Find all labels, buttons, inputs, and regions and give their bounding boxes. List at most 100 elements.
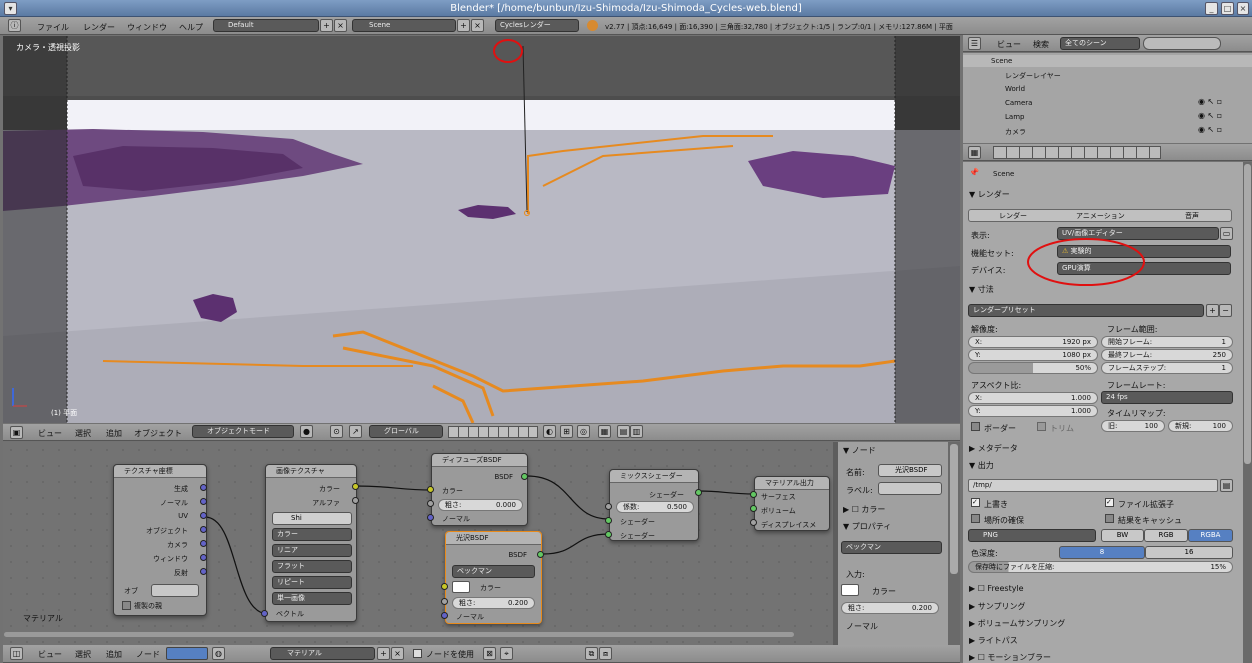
socket-camera[interactable] (200, 540, 207, 547)
time-old-field[interactable]: 旧: 100 (1101, 420, 1165, 432)
file-format-selector[interactable]: PNG (968, 529, 1096, 542)
outliner-display-selector[interactable]: 全てのシーン (1060, 37, 1140, 50)
color-section-header[interactable]: ▶ ☐ カラー (843, 504, 885, 515)
sampling-section-header[interactable]: ▶ サンプリング (969, 601, 1025, 612)
proportional-icon[interactable]: ◎ (577, 425, 590, 438)
paste-node-icon[interactable]: ⧈ (599, 647, 612, 660)
node-section-header[interactable]: ▼ ノード (843, 445, 876, 456)
material-selector[interactable]: マテリアル (270, 647, 375, 660)
color-bw-button[interactable]: BW (1101, 529, 1144, 542)
copy-node-icon[interactable]: ⧉ (585, 647, 598, 660)
sidebar-color-swatch[interactable] (841, 584, 859, 596)
view3d-menu-select[interactable]: 選択 (75, 428, 91, 439)
menu-render[interactable]: レンダー (83, 22, 115, 33)
socket-volume-in[interactable] (750, 505, 757, 512)
opengl-render-icon[interactable]: ▤ (617, 425, 630, 438)
output-section-header[interactable]: ▼ 出力 (969, 460, 994, 471)
socket-shader-in-1[interactable] (605, 517, 612, 524)
border-checkbox[interactable] (971, 422, 980, 431)
diffuse-roughness-field[interactable]: 粗さ: 0.000 (438, 499, 523, 511)
outliner-item[interactable]: Lamp (1005, 113, 1024, 121)
socket-alpha-out[interactable] (352, 497, 359, 504)
volume-sampling-section-header[interactable]: ▶ ボリュームサンプリング (969, 618, 1065, 629)
view3d-editor-icon[interactable]: ▣ (10, 426, 23, 439)
node-menu-view[interactable]: ビュー (38, 649, 62, 660)
socket-shader-out[interactable] (695, 489, 702, 496)
framerate-selector[interactable]: 24 fps (1101, 391, 1233, 404)
cache-checkbox[interactable] (1105, 514, 1114, 523)
layout-add-button[interactable]: + (320, 19, 333, 32)
socket-object[interactable] (200, 526, 207, 533)
aspect-y-field[interactable]: Y: 1.000 (968, 405, 1098, 417)
node-menu-add[interactable]: 追加 (106, 649, 122, 660)
depth-8-button[interactable]: 8 (1059, 546, 1145, 559)
material-add-button[interactable]: + (377, 647, 390, 660)
view3d-menu-object[interactable]: オブジェクト (134, 428, 182, 439)
node-name-field[interactable]: 光沢BSDF (878, 464, 942, 477)
color-space-selector[interactable]: カラー (272, 528, 352, 541)
light-paths-section-header[interactable]: ▶ ライトパス (969, 635, 1018, 646)
preset-add-button[interactable]: + (1206, 304, 1219, 317)
render-engine-selector[interactable]: Cyclesレンダー (495, 19, 579, 32)
node-editor-type-icon[interactable]: ◫ (10, 647, 23, 660)
properties-editor-icon[interactable]: ▦ (968, 146, 981, 159)
glossy-distribution-selector[interactable]: ベックマン (452, 565, 535, 578)
socket-window[interactable] (200, 554, 207, 561)
properties-scrollbar[interactable] (1243, 162, 1252, 663)
window-menu-button[interactable]: ▾ (4, 2, 17, 15)
projection-selector[interactable]: フラット (272, 560, 352, 573)
sidebar-roughness-field[interactable]: 粗さ: 0.200 (841, 602, 939, 614)
backdrop-icon[interactable]: ⊠ (483, 647, 496, 660)
outliner-menu-search[interactable]: 検索 (1033, 39, 1049, 50)
node-tree-type-buttons[interactable] (166, 647, 208, 660)
opengl-anim-icon[interactable]: ▥ (630, 425, 643, 438)
audio-button[interactable]: 音声 (1185, 211, 1199, 221)
socket-roughness-in[interactable] (441, 598, 448, 605)
pin-icon[interactable]: 📌 (969, 168, 979, 177)
node-material-output[interactable]: マテリアル出力 サーフェス ボリューム ディスプレイスメ (754, 476, 830, 531)
socket-normal-in[interactable] (441, 612, 448, 619)
depth-16-button[interactable]: 16 (1145, 546, 1233, 559)
source-selector[interactable]: 単一画像 (272, 592, 352, 605)
socket-displacement-in[interactable] (750, 519, 757, 526)
orientation-selector[interactable]: グローバル (369, 425, 443, 438)
snap-icon[interactable]: ⊞ (560, 425, 573, 438)
render-button[interactable]: レンダー (999, 211, 1027, 221)
dimensions-section-header[interactable]: ▼ 寸法 (969, 284, 994, 295)
visibility-eye-icon[interactable]: ◉ ↖ ▫ (1198, 111, 1222, 120)
render-section-header[interactable]: ▼ レンダー (969, 189, 1010, 200)
socket-bsdf-out[interactable] (537, 551, 544, 558)
node-menu-select[interactable]: 選択 (75, 649, 91, 660)
use-nodes-checkbox[interactable] (413, 649, 422, 658)
metadata-section-header[interactable]: ▶ メタデータ (969, 443, 1018, 454)
viewport-3d[interactable]: カメラ・透視投影 (1) 平面 (3, 36, 960, 423)
layout-selector[interactable]: Default (213, 19, 319, 32)
maximize-button[interactable]: □ (1221, 2, 1234, 15)
node-sidebar-scrollbar[interactable] (948, 442, 960, 645)
crop-checkbox[interactable] (1037, 422, 1046, 431)
socket-surface-in[interactable] (750, 491, 757, 498)
close-button[interactable]: × (1237, 2, 1249, 15)
outliner-search-input[interactable] (1143, 37, 1221, 50)
overwrite-checkbox[interactable]: ✓ (971, 498, 980, 507)
socket-shader-in-2[interactable] (605, 531, 612, 538)
socket-bsdf-out[interactable] (521, 473, 528, 480)
mix-factor-field[interactable]: 係数: 0.500 (616, 501, 694, 513)
socket-vector-in[interactable] (261, 610, 268, 617)
resolution-percent-field[interactable]: 50% (968, 362, 1098, 374)
mode-selector[interactable]: オブジェクトモード (192, 425, 294, 438)
socket-generated[interactable] (200, 484, 207, 491)
properties-context-tabs[interactable] (993, 146, 1161, 159)
object-field[interactable] (151, 584, 199, 597)
layout-remove-button[interactable]: × (334, 19, 347, 32)
from-dupli-checkbox[interactable] (122, 601, 131, 610)
socket-uv[interactable] (200, 512, 207, 519)
outliner-item[interactable]: レンダーレイヤー (1005, 71, 1061, 81)
outliner-item[interactable]: Camera (1005, 99, 1032, 107)
outliner-item[interactable]: Scene (991, 57, 1012, 65)
compression-field[interactable]: 保存時にファイルを圧縮: 15% (968, 561, 1233, 573)
manipulator-icon[interactable]: ↗ (349, 425, 362, 438)
placeholders-checkbox[interactable] (971, 514, 980, 523)
render-icon[interactable]: ▦ (598, 425, 611, 438)
lock-camera-icon[interactable]: ◐ (543, 425, 556, 438)
